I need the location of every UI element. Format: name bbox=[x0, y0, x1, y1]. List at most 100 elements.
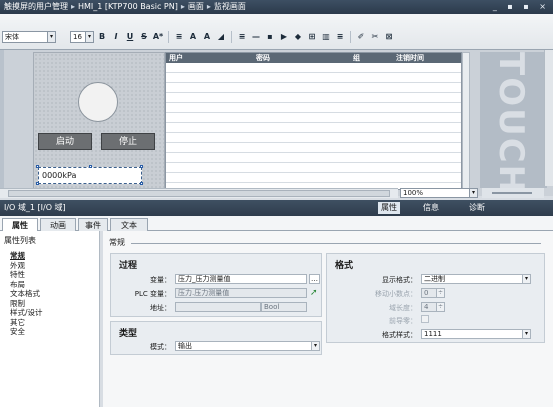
table-row[interactable] bbox=[166, 93, 461, 103]
strikethrough-button[interactable]: S bbox=[138, 31, 150, 43]
table-row[interactable] bbox=[166, 153, 461, 163]
variable-field[interactable]: 压力_压力测量值 bbox=[175, 274, 307, 284]
io-field[interactable]: 0000kPa bbox=[38, 167, 142, 184]
format-pattern-select[interactable]: 1111 ▾ bbox=[421, 329, 531, 339]
decimal-shift-stepper: 0 ÷ bbox=[421, 288, 445, 298]
table-row[interactable] bbox=[166, 133, 461, 143]
line-width-button[interactable]: — bbox=[250, 31, 262, 43]
table-row[interactable] bbox=[166, 83, 461, 93]
border-button[interactable]: ▪ bbox=[264, 31, 276, 43]
nav-item-text-format[interactable]: 文本格式 bbox=[10, 289, 43, 299]
chevron-down-icon[interactable]: ▾ bbox=[47, 32, 55, 42]
zoom-slider-track[interactable] bbox=[492, 192, 532, 194]
chevron-down-icon[interactable]: ▾ bbox=[469, 189, 477, 197]
toolbar-divider bbox=[231, 31, 232, 43]
bold-button[interactable]: B bbox=[96, 31, 108, 43]
display-format-label: 显示格式： bbox=[382, 276, 417, 284]
font-family-value: 宋体 bbox=[5, 33, 19, 41]
table-row[interactable] bbox=[166, 143, 461, 153]
align-objects-button[interactable]: ≡ bbox=[334, 31, 346, 43]
superscript-button[interactable]: A* bbox=[152, 31, 164, 43]
table-row[interactable] bbox=[166, 163, 461, 173]
selection-handle[interactable] bbox=[36, 165, 39, 168]
editor-horizontal-scrollbar[interactable] bbox=[0, 188, 398, 198]
nav-item-misc[interactable]: 其它 bbox=[10, 318, 43, 328]
decimal-shift-label: 移动小数点： bbox=[375, 290, 417, 298]
display-format-select[interactable]: 二进制 ▾ bbox=[421, 274, 531, 284]
tab-texts[interactable]: 文本 bbox=[110, 218, 148, 231]
mode-select[interactable]: 输出 ▾ bbox=[175, 341, 320, 351]
pencil-icon[interactable]: ✐ bbox=[355, 31, 367, 43]
nav-item-limits[interactable]: 限制 bbox=[10, 299, 43, 309]
field-length-stepper: 4 ÷ bbox=[421, 302, 445, 312]
touch-label: TOUCH bbox=[491, 52, 531, 196]
grid-button[interactable]: ⊞ bbox=[306, 31, 318, 43]
tab-info-right[interactable]: 信息 bbox=[420, 202, 442, 214]
nav-item-appearance[interactable]: 外观 bbox=[10, 261, 43, 271]
arrow-button[interactable]: ▶ bbox=[278, 31, 290, 43]
start-button[interactable]: 启动 bbox=[38, 133, 92, 150]
selection-handle[interactable] bbox=[140, 165, 143, 168]
process-group: 过程 变量： 压力_压力测量值 … PLC 变量： 压力.压力测量值 ➚ 地址：… bbox=[110, 253, 322, 317]
plc-variable-label: PLC 变量： bbox=[134, 290, 171, 298]
chevron-down-icon[interactable]: ▾ bbox=[85, 32, 93, 42]
background-color-button[interactable]: A bbox=[201, 31, 213, 43]
selection-handle[interactable] bbox=[36, 182, 39, 185]
zoom-area-icon[interactable]: ⊠ bbox=[383, 31, 395, 43]
field-length-label: 域长度： bbox=[389, 304, 417, 312]
chevron-down-icon[interactable]: ▾ bbox=[311, 342, 319, 350]
tab-properties[interactable]: 属性 bbox=[2, 218, 38, 231]
italic-button[interactable]: I bbox=[110, 31, 122, 43]
goto-arrow-icon[interactable]: ➚ bbox=[310, 288, 318, 298]
table-row[interactable] bbox=[166, 113, 461, 123]
cut-icon[interactable]: ✂ bbox=[369, 31, 381, 43]
toolbar-divider bbox=[350, 31, 351, 43]
table-row[interactable] bbox=[166, 63, 461, 73]
chevron-down-icon[interactable]: ▾ bbox=[522, 330, 530, 338]
format-pattern-value: 1111 bbox=[424, 330, 442, 338]
nav-item-characteristics[interactable]: 特性 bbox=[10, 270, 43, 280]
selection-handle[interactable] bbox=[89, 165, 92, 168]
font-color-button[interactable]: A bbox=[187, 31, 199, 43]
user-view-table[interactable]: 用户 密码 组 注销时间 bbox=[165, 52, 462, 190]
nav-item-style-design[interactable]: 样式/设计 bbox=[10, 308, 43, 318]
breadcrumb-screen[interactable]: 监视画面 bbox=[214, 2, 246, 11]
browse-button[interactable]: … bbox=[309, 274, 320, 284]
display-format-value: 二进制 bbox=[424, 275, 445, 283]
distribute-button[interactable]: ▥ bbox=[320, 31, 332, 43]
selection-handle[interactable] bbox=[140, 182, 143, 185]
nav-item-layout[interactable]: 布局 bbox=[10, 280, 43, 290]
tab-animations[interactable]: 动画 bbox=[40, 218, 76, 231]
table-row[interactable] bbox=[166, 73, 461, 83]
breadcrumb-project[interactable]: 触摸屏的用户管理 bbox=[4, 2, 68, 11]
font-size-select[interactable]: 16 ▾ bbox=[70, 31, 94, 43]
align-button[interactable]: ≡ bbox=[173, 31, 185, 43]
underline-button[interactable]: U bbox=[124, 31, 136, 43]
zoom-value: 100% bbox=[403, 189, 424, 197]
editor-vertical-scrollbar[interactable] bbox=[544, 50, 553, 186]
decimal-shift-value: 0 bbox=[424, 289, 429, 297]
variable-value: 压力_压力测量值 bbox=[178, 275, 231, 283]
shape-button[interactable]: ◆ bbox=[292, 31, 304, 43]
tab-properties-right[interactable]: 属性 bbox=[378, 202, 400, 214]
tab-events[interactable]: 事件 bbox=[78, 218, 108, 231]
scrollbar-thumb[interactable] bbox=[8, 190, 390, 197]
line-style-button[interactable]: ≡ bbox=[236, 31, 248, 43]
nav-item-general[interactable]: 常规 bbox=[10, 251, 43, 261]
zoom-select[interactable]: 100% ▾ bbox=[400, 188, 478, 198]
nav-item-security[interactable]: 安全 bbox=[10, 327, 43, 337]
chevron-down-icon[interactable]: ▾ bbox=[522, 275, 530, 283]
fill-color-button[interactable]: ◢ bbox=[215, 31, 227, 43]
zoom-slider[interactable] bbox=[482, 188, 544, 198]
font-family-select[interactable]: 宋体 ▾ bbox=[2, 31, 56, 43]
tab-diagnostics-right[interactable]: 诊断 bbox=[466, 202, 488, 214]
indicator-circle[interactable] bbox=[78, 82, 118, 122]
table-scrollbar[interactable] bbox=[462, 52, 470, 190]
breadcrumb-device[interactable]: HMI_1 [KTP700 Basic PN] bbox=[78, 2, 178, 11]
breadcrumb-screens[interactable]: 画面 bbox=[188, 2, 204, 11]
window-controls[interactable]: _ ▪ ▪ × bbox=[493, 0, 550, 14]
table-row[interactable] bbox=[166, 103, 461, 113]
table-row[interactable] bbox=[166, 173, 461, 183]
stop-button[interactable]: 停止 bbox=[101, 133, 155, 150]
table-row[interactable] bbox=[166, 123, 461, 133]
